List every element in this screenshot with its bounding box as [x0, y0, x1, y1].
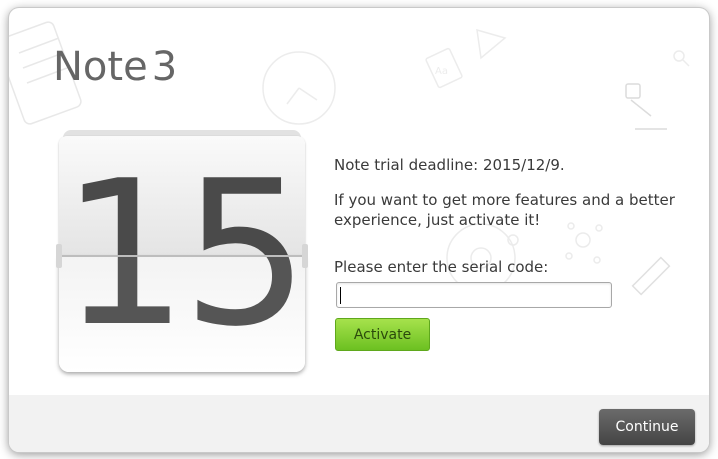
calendar-bottom-flap: 15 — [59, 256, 305, 372]
days-remaining-bottom: 15 — [59, 256, 305, 372]
activation-promo-text: If you want to get more features and a b… — [334, 191, 675, 229]
key-icon — [673, 50, 690, 67]
calendar-hinge-left — [56, 244, 62, 268]
triangle-ruler-icon — [476, 28, 507, 60]
calendar-fold-line — [59, 255, 305, 257]
trial-days-calendar: 15 15 — [56, 130, 308, 374]
text-cursor — [340, 287, 341, 304]
serial-code-label: Please enter the serial code: — [334, 258, 549, 276]
svg-text:Aa: Aa — [435, 66, 448, 77]
clock-icon — [262, 51, 336, 125]
activate-button[interactable]: Activate — [335, 318, 430, 351]
app-name: Note — [53, 44, 148, 90]
continue-button[interactable]: Continue — [599, 409, 695, 445]
app-title: Note 3 — [53, 44, 177, 90]
trial-deadline-text: Note trial deadline: 2015/12/9. — [334, 156, 565, 174]
trial-dialog: Aa Note 3 15 Note trial deadline: 2015/1… — [9, 8, 709, 452]
dialog-footer: Continue — [9, 395, 709, 452]
lamp-icon — [625, 83, 667, 130]
calendar-top-flap: 15 — [59, 136, 305, 256]
app-version: 3 — [151, 44, 178, 90]
serial-code-input[interactable] — [336, 282, 612, 308]
font-book-icon: Aa — [425, 47, 463, 89]
ruler-pencil-icon — [631, 256, 671, 296]
calendar-hinge-right — [302, 244, 308, 268]
days-remaining-top: 15 — [60, 138, 305, 256]
